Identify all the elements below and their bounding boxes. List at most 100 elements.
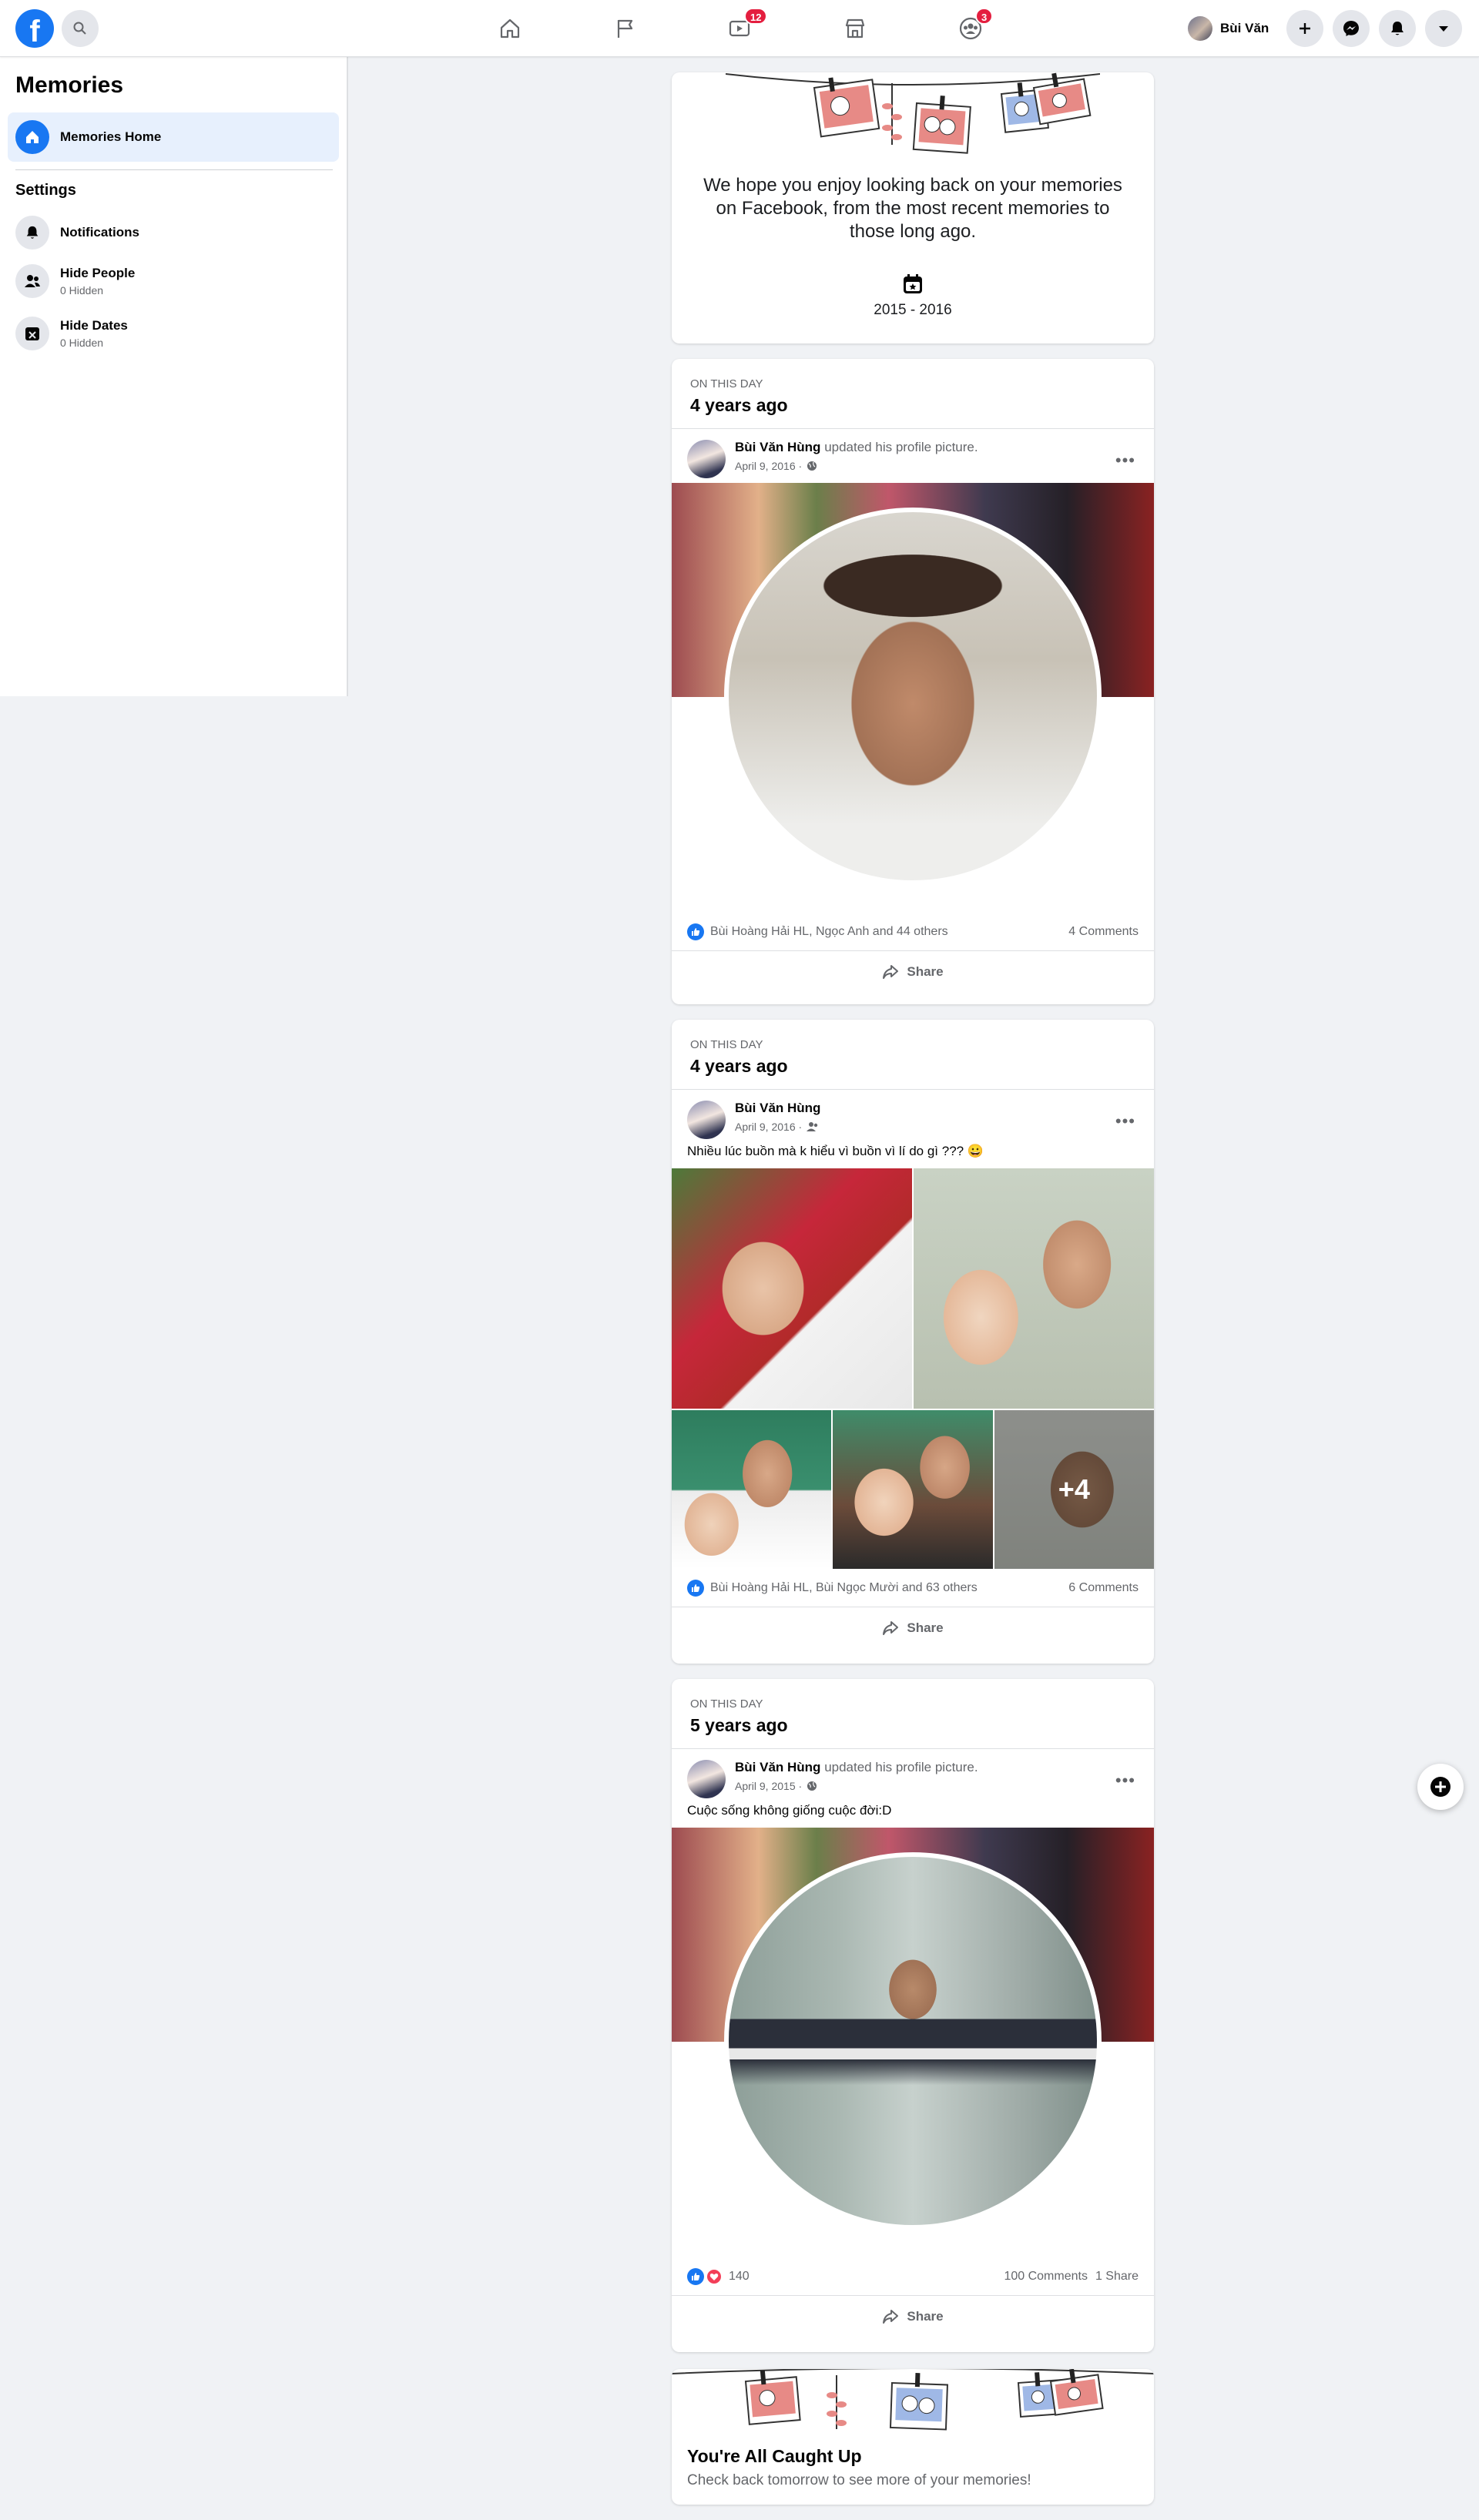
- years-ago-label: 4 years ago: [690, 395, 788, 415]
- profile-picture-update[interactable]: [672, 1828, 1154, 2257]
- sidebar-item-count: 0 Hidden: [60, 284, 104, 297]
- share-icon: [883, 965, 899, 979]
- notifications-button[interactable]: [1379, 10, 1416, 47]
- post-date[interactable]: April 9, 2016 ·: [735, 1121, 802, 1133]
- home-icon: [500, 18, 520, 39]
- marketplace-tab[interactable]: [824, 8, 886, 49]
- globe-icon: [807, 461, 817, 471]
- like-icon: [687, 2267, 704, 2285]
- globe-icon: [807, 1781, 817, 1791]
- reactions-row: Bùi Hoàng Hải HL, Ngọc Anh and 44 others…: [672, 913, 1154, 951]
- photo[interactable]: [833, 1410, 993, 1569]
- share-label: Share: [907, 964, 944, 979]
- share-button[interactable]: Share: [672, 951, 1154, 993]
- sidebar-item-notifications[interactable]: Notifications: [8, 208, 339, 257]
- search-icon: [73, 22, 86, 35]
- home-tab[interactable]: [479, 8, 541, 49]
- avatar[interactable]: [687, 1760, 726, 1798]
- account-menu-button[interactable]: [1425, 10, 1462, 47]
- search-button[interactable]: [62, 10, 99, 47]
- friends-icon: [807, 1122, 818, 1131]
- sidebar-item-label: Notifications: [60, 225, 139, 240]
- new-message-button[interactable]: [1417, 1764, 1464, 1810]
- more-photos-overlay[interactable]: +4: [994, 1410, 1154, 1569]
- comments-count[interactable]: 100 Comments: [1004, 2270, 1088, 2284]
- calendar-star-icon: [904, 274, 922, 293]
- more-options-button[interactable]: •••: [1115, 451, 1135, 471]
- comments-count[interactable]: 6 Comments: [1068, 1581, 1139, 1595]
- comments-count[interactable]: 4 Comments: [1068, 925, 1139, 939]
- avatar[interactable]: [687, 1101, 726, 1139]
- groups-tab[interactable]: 3: [940, 8, 1001, 49]
- pages-tab[interactable]: [595, 8, 656, 49]
- sidebar-divider: [15, 169, 333, 170]
- memory-header: ON THIS DAY 4 years ago: [672, 1020, 1154, 1090]
- messenger-button[interactable]: [1333, 10, 1370, 47]
- more-options-button[interactable]: •••: [1115, 1771, 1135, 1791]
- caught-up-subtitle: Check back tomorrow to see more of your …: [687, 2472, 1031, 2488]
- watch-badge: 12: [744, 8, 768, 25]
- sidebar-item-label: Hide People: [60, 266, 136, 280]
- settings-heading: Settings: [15, 182, 76, 199]
- avatar: [1188, 16, 1212, 41]
- memories-illustration: [672, 2369, 1154, 2431]
- shares-count[interactable]: 1 Share: [1095, 2270, 1139, 2284]
- post-header: Bùi Văn Hùng updated his profile picture…: [672, 429, 1154, 483]
- post-author[interactable]: Bùi Văn Hùng: [735, 1101, 820, 1116]
- home-icon: [15, 120, 49, 154]
- sidebar-item-count: 0 Hidden: [60, 337, 104, 349]
- top-navigation-bar: f 12 3 Bùi Văn: [0, 0, 1479, 57]
- share-button[interactable]: Share: [672, 2296, 1154, 2337]
- sidebar-item-label: Memories Home: [60, 129, 162, 144]
- post-action: updated his profile picture.: [824, 1760, 978, 1774]
- memories-intro-card: We hope you enjoy looking back on your m…: [672, 72, 1154, 343]
- reactions-text[interactable]: Bùi Hoàng Hải HL, Bùi Ngọc Mười and 63 o…: [710, 1581, 978, 1595]
- reactions-count[interactable]: 140: [729, 2270, 750, 2284]
- on-this-day-label: ON THIS DAY: [690, 1697, 763, 1711]
- sidebar-item-hide-dates[interactable]: Hide Dates 0 Hidden: [8, 305, 339, 362]
- photo[interactable]: [672, 1410, 832, 1569]
- photo[interactable]: [914, 1168, 1154, 1409]
- post-author[interactable]: Bùi Văn Hùng: [735, 440, 820, 454]
- profile-name: Bùi Văn: [1220, 21, 1269, 35]
- sidebar-item-hide-people[interactable]: Hide People 0 Hidden: [8, 253, 339, 310]
- photo[interactable]: +4: [994, 1410, 1154, 1569]
- years-ago-label: 4 years ago: [690, 1056, 788, 1076]
- sidebar-item-label: Hide Dates: [60, 318, 128, 333]
- memories-illustration: [726, 72, 1100, 154]
- intro-message: We hope you enjoy looking back on your m…: [703, 175, 1122, 242]
- avatar[interactable]: [687, 440, 726, 478]
- memory-card: ON THIS DAY 5 years ago Bùi Văn Hùng upd…: [672, 1679, 1154, 2352]
- like-icon: [687, 923, 704, 940]
- post-date[interactable]: April 9, 2015 ·: [735, 1780, 802, 1792]
- share-label: Share: [907, 1620, 944, 1635]
- post-header: Bùi Văn Hùng updated his profile picture…: [672, 1749, 1154, 1803]
- memory-card: ON THIS DAY 4 years ago Bùi Văn Hùng Apr…: [672, 1020, 1154, 1664]
- facebook-logo[interactable]: f: [15, 9, 54, 48]
- profile-shortcut[interactable]: Bùi Văn: [1182, 11, 1275, 46]
- more-options-button[interactable]: •••: [1115, 1111, 1135, 1131]
- flag-icon: [617, 19, 633, 38]
- post-date[interactable]: April 9, 2016 ·: [735, 460, 802, 472]
- caught-up-title: You're All Caught Up: [687, 2446, 862, 2466]
- post-action: updated his profile picture.: [824, 440, 978, 454]
- sidebar-title: Memories: [15, 72, 124, 98]
- photo[interactable]: [672, 1168, 912, 1409]
- reactions-text[interactable]: Bùi Hoàng Hải HL, Ngọc Anh and 44 others: [710, 925, 948, 939]
- memory-card: ON THIS DAY 4 years ago Bùi Văn Hùng upd…: [672, 359, 1154, 1004]
- sidebar-item-memories-home[interactable]: Memories Home: [8, 112, 339, 162]
- chevron-down-icon: [1439, 26, 1448, 32]
- share-icon: [883, 1621, 899, 1635]
- groups-badge: 3: [975, 8, 994, 25]
- love-icon: [706, 2267, 723, 2285]
- profile-picture-update[interactable]: [672, 483, 1154, 913]
- share-button[interactable]: Share: [672, 1607, 1154, 1649]
- caught-up-card: You're All Caught Up Check back tomorrow…: [672, 2369, 1154, 2505]
- memories-sidebar: Memories Memories Home Settings Notifica…: [0, 57, 348, 696]
- create-button[interactable]: [1286, 10, 1323, 47]
- years-ago-label: 5 years ago: [690, 1715, 788, 1735]
- plus-icon: [1300, 23, 1310, 34]
- post-author[interactable]: Bùi Văn Hùng: [735, 1760, 820, 1774]
- memory-header: ON THIS DAY 5 years ago: [672, 1679, 1154, 1749]
- watch-tab[interactable]: 12: [709, 8, 770, 49]
